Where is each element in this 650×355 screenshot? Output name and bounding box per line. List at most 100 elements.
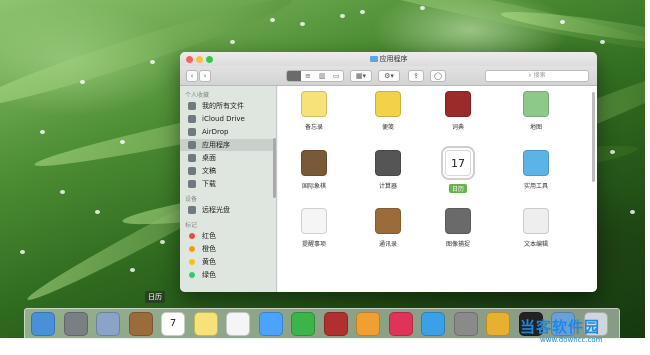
messages-icon[interactable] <box>258 312 283 336</box>
water-droplet <box>60 190 65 194</box>
textedit-icon <box>523 208 549 234</box>
water-droplet <box>270 18 275 22</box>
sidebar-item[interactable]: 应用程序 <box>180 139 277 151</box>
finder-window: 应用程序 ‹ › ≡ ▥ ▭ ▦▾ ⚙▾ ⇪ ◯ ⌕ 搜索 个人收藏 我的所有文件… <box>180 52 597 292</box>
app-item[interactable]: 国际象棋 <box>284 150 344 190</box>
sidebar-item[interactable]: 橙色 <box>180 243 277 255</box>
forward-button[interactable]: › <box>199 70 211 82</box>
share-button[interactable]: ⇪ <box>408 70 424 82</box>
photo-booth-icon[interactable] <box>323 312 348 336</box>
contacts-icon[interactable] <box>128 312 153 336</box>
icon-view-icon[interactable] <box>287 71 301 81</box>
stickies-icon <box>375 91 401 117</box>
system-preferences-icon[interactable] <box>453 312 478 336</box>
calendar-icon: 17 <box>441 146 475 180</box>
app-item[interactable]: 词典 <box>428 91 488 131</box>
reminders-icon[interactable] <box>226 312 250 336</box>
finder-icon[interactable] <box>31 312 55 336</box>
content-scrollbar[interactable] <box>592 92 595 182</box>
list-view-icon[interactable]: ≡ <box>305 71 311 81</box>
reminders-icon <box>301 208 327 234</box>
app-item[interactable]: 通讯录 <box>358 208 418 248</box>
app-item[interactable]: 备忘录 <box>284 91 344 131</box>
ibooks-icon[interactable] <box>356 312 380 336</box>
app-item[interactable]: 计算器 <box>358 150 418 190</box>
calendar-icon[interactable]: 7 <box>161 312 185 336</box>
folder-icon <box>369 56 378 62</box>
notes-icon[interactable] <box>193 312 218 336</box>
disc-icon <box>188 206 196 214</box>
app-label: 文本编辑 <box>523 241 548 248</box>
window-title: 应用程序 <box>180 54 597 64</box>
app-item[interactable]: 地图 <box>506 91 566 131</box>
app-item[interactable]: 图像捕捉 <box>428 208 488 248</box>
facetime-icon[interactable] <box>291 312 315 336</box>
app-item[interactable]: 提醒事项 <box>284 208 344 248</box>
sidebar-item[interactable]: iCloud Drive <box>180 113 277 125</box>
mail-stamp-icon[interactable] <box>96 312 120 336</box>
sidebar-item[interactable]: 我的所有文件 <box>180 100 277 112</box>
window-title-text: 应用程序 <box>379 55 408 63</box>
tag-color-dot-icon <box>189 246 195 252</box>
view-mode-segmented[interactable]: ≡ ▥ ▭ <box>286 70 344 82</box>
notes-icon <box>301 91 327 117</box>
app-item[interactable]: 便笺 <box>358 91 418 131</box>
sidebar-item[interactable]: 黄色 <box>180 256 277 268</box>
app-label: 备忘录 <box>304 124 323 131</box>
water-droplet <box>80 80 85 84</box>
water-droplet <box>130 268 135 272</box>
column-view-icon[interactable]: ▥ <box>319 71 326 81</box>
app-label: 国际象棋 <box>301 183 326 190</box>
itunes-icon[interactable] <box>388 312 413 336</box>
sidebar-item[interactable]: 下载 <box>180 178 277 190</box>
sidebar-item[interactable]: 远程光盘 <box>180 204 277 216</box>
sidebar-item-label: 应用程序 <box>202 141 230 149</box>
water-droplet <box>340 14 345 18</box>
dock-tooltip: 日历 <box>145 291 165 303</box>
water-droplet <box>360 10 365 14</box>
water-droplet <box>300 22 305 26</box>
sidebar-scrollbar[interactable] <box>273 138 276 198</box>
applications-icon <box>188 141 196 149</box>
water-droplet <box>150 60 155 64</box>
app-item[interactable]: 实用工具 <box>506 150 566 190</box>
launchpad-icon[interactable] <box>63 312 88 336</box>
search-field[interactable]: ⌕ 搜索 <box>485 70 589 82</box>
image-capture-icon <box>445 208 471 234</box>
sidebar-item[interactable]: AirDrop <box>180 126 277 138</box>
sidebar-item-label: iCloud Drive <box>202 115 245 123</box>
sidebar-item[interactable]: 绿色 <box>180 269 277 281</box>
water-droplet <box>95 210 100 214</box>
tag-color-dot-icon <box>189 272 195 278</box>
tag-button[interactable]: ◯ <box>430 70 446 82</box>
app-item[interactable]: 17 日历 <box>428 146 488 195</box>
contacts-icon <box>375 208 401 234</box>
app-item[interactable]: 文本编辑 <box>506 208 566 248</box>
sidebar-section-header: 设备 <box>185 196 198 203</box>
cover-flow-icon[interactable]: ▭ <box>333 71 340 81</box>
water-droplet <box>630 210 635 214</box>
download-icon <box>188 180 196 188</box>
sidebar-item-label: 橙色 <box>202 245 216 253</box>
utilities-folder-icon <box>523 150 549 176</box>
app-label: 日历 <box>448 184 467 193</box>
water-droplet <box>230 40 235 44</box>
app-label: 便笺 <box>381 124 394 131</box>
airdrop-icon <box>188 128 196 136</box>
arrange-button[interactable]: ▦▾ <box>350 70 372 82</box>
app-label: 词典 <box>451 124 464 131</box>
sidebar-item[interactable]: 文稿 <box>180 165 277 177</box>
all-files-icon <box>188 102 196 110</box>
sidebar-item[interactable]: 桌面 <box>180 152 277 164</box>
app-label: 地图 <box>529 124 542 131</box>
search-placeholder: 搜索 <box>533 72 546 79</box>
back-button[interactable]: ‹ <box>186 70 198 82</box>
calculator-icon <box>375 150 401 176</box>
sidebar-item[interactable]: 红色 <box>180 230 277 242</box>
water-droplet <box>600 40 605 44</box>
app-label: 提醒事项 <box>301 241 326 248</box>
action-gear-button[interactable]: ⚙▾ <box>378 70 400 82</box>
app-store-icon[interactable] <box>421 312 445 336</box>
photos-icon[interactable] <box>486 312 510 336</box>
file-grid: 备忘录 便笺 词典 地图国际象棋 计算器 17 日历 实用工具提醒事项 通讯录 图像捕捉 文本编辑 <box>278 86 597 292</box>
